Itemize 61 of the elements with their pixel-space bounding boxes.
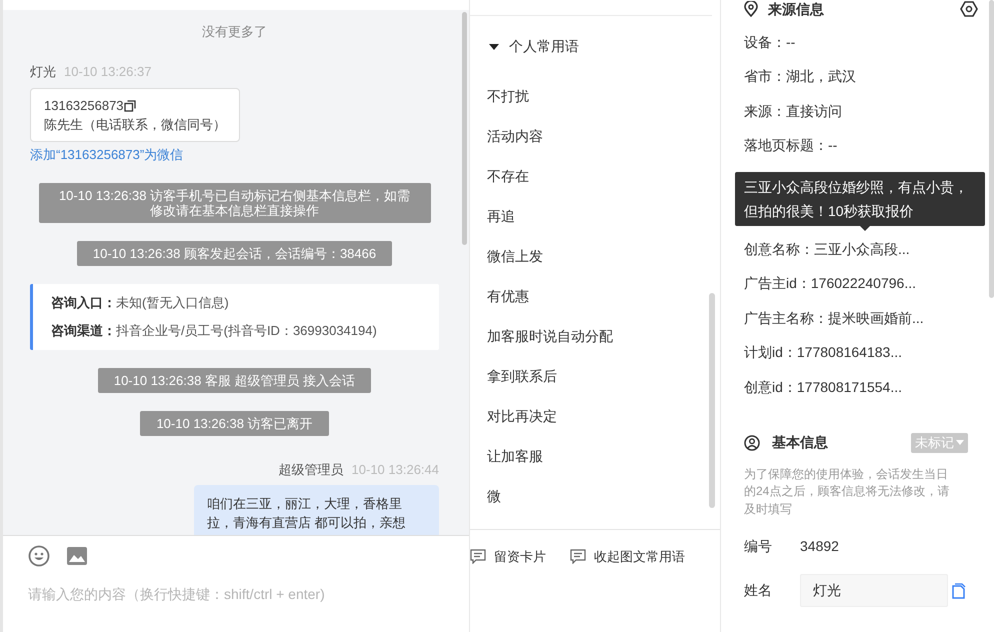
phrase-item[interactable]: 让加客服: [487, 436, 543, 476]
field-value: 34892: [800, 536, 839, 556]
source-info-text: 创意名称：三亚小众高段...: [744, 240, 910, 259]
source-info-text: 省市：湖北，武汉: [744, 67, 856, 86]
phrase-item[interactable]: 拿到联系后: [487, 356, 557, 396]
source-info-text: 广告主id：176022240796...: [744, 274, 916, 294]
info-label: 咨询入口：: [51, 294, 116, 312]
emoji-icon[interactable]: [28, 545, 50, 567]
section-title: 来源信息: [768, 0, 824, 18]
field-label: 编号: [744, 536, 773, 556]
system-message: 10-10 13:26:38 顾客发起会话，会话编号：38466: [76, 240, 392, 266]
phrase-item[interactable]: 微信上发: [487, 236, 543, 276]
phrase-item[interactable]: 再追: [487, 196, 515, 236]
section-title: 基本信息: [772, 433, 828, 452]
scrollbar[interactable]: [462, 12, 467, 245]
phrase-item[interactable]: 不存在: [487, 156, 529, 196]
message-time: 10-10 13:26:44: [352, 460, 439, 478]
message-icon: [470, 549, 486, 564]
add-wechat-link[interactable]: 添加“13163256873”为微信: [30, 145, 184, 164]
source-info-text: 设备：--: [744, 32, 796, 52]
phrase-item[interactable]: 微: [487, 476, 501, 516]
phrase-item[interactable]: 活动内容: [487, 116, 543, 156]
tooltip: 三亚小众高段位婚纱照，有点小贵，但拍的很美！10秒获取报价: [735, 172, 985, 231]
source-info-text: 计划id：177808164183...: [744, 343, 902, 362]
source-info-text: 来源：直接访问: [744, 102, 842, 121]
user-icon: [744, 434, 760, 450]
system-message: 10-10 13:26:38 访客已离开: [140, 410, 329, 436]
phrase-item[interactable]: 加客服时说自动分配: [487, 316, 613, 356]
card-text: 陈先生（电话联系，微信同号）: [44, 116, 226, 134]
settings-icon[interactable]: [960, 1, 978, 17]
phrase-group-header[interactable]: 个人常用语: [470, 16, 720, 57]
message-time: 10-10 13:26:37: [64, 62, 152, 80]
message-icon: [570, 549, 586, 564]
phrase-item[interactable]: 不打扰: [487, 76, 529, 116]
sender-name: 灯光: [30, 62, 56, 80]
card-text: 13163256873: [44, 97, 124, 115]
source-info-text: 落地页标题：--: [744, 136, 838, 156]
caret-down-icon: [956, 440, 964, 445]
info-value: 未知(暂无入口信息): [116, 294, 229, 312]
notice-text: 为了保障您的使用体验，会话发生当日的24点之后，顾客信息将无法修改，请及时填写: [744, 466, 950, 518]
source-info-text: 创意id：177808171554...: [744, 378, 902, 397]
name-input[interactable]: 灯光: [800, 574, 948, 607]
no-more-notice: 没有更多了: [202, 23, 267, 41]
info-value: 抖音企业号/员工号(抖音号ID：36993034194): [116, 322, 377, 340]
scrollbar[interactable]: [709, 293, 715, 508]
phrase-item[interactable]: 对比再决定: [487, 396, 557, 436]
card-button[interactable]: 留资卡片: [470, 547, 546, 566]
info-label: 咨询渠道：: [51, 322, 116, 340]
location-pin-icon: [744, 1, 758, 17]
system-message: 10-10 13:26:38 访客手机号已自动标记右侧基本信息栏，如需修改请在基本信息栏直接操作: [38, 182, 430, 222]
system-message: 10-10 13:26:38 客服 超级管理员 接入会话: [98, 368, 372, 392]
scrollbar[interactable]: [989, 0, 994, 298]
image-icon[interactable]: [66, 546, 88, 566]
phrase-item[interactable]: 有优惠: [487, 276, 529, 316]
sender-name: 超级管理员: [278, 460, 344, 478]
source-info-text: 广告主名称：提米映画婚前...: [744, 308, 924, 328]
card-button[interactable]: 收起图文常用语: [570, 547, 685, 566]
chat-bubble: 咱们在三亚，丽江，大理，香格里拉，青海有直营店 都可以拍，亲想: [194, 485, 439, 535]
field-label: 姓名: [744, 581, 773, 600]
copy-icon[interactable]: [124, 100, 136, 112]
message-input[interactable]: 请输入您的内容（换行快捷键：shift/ctrl + enter): [28, 584, 444, 605]
